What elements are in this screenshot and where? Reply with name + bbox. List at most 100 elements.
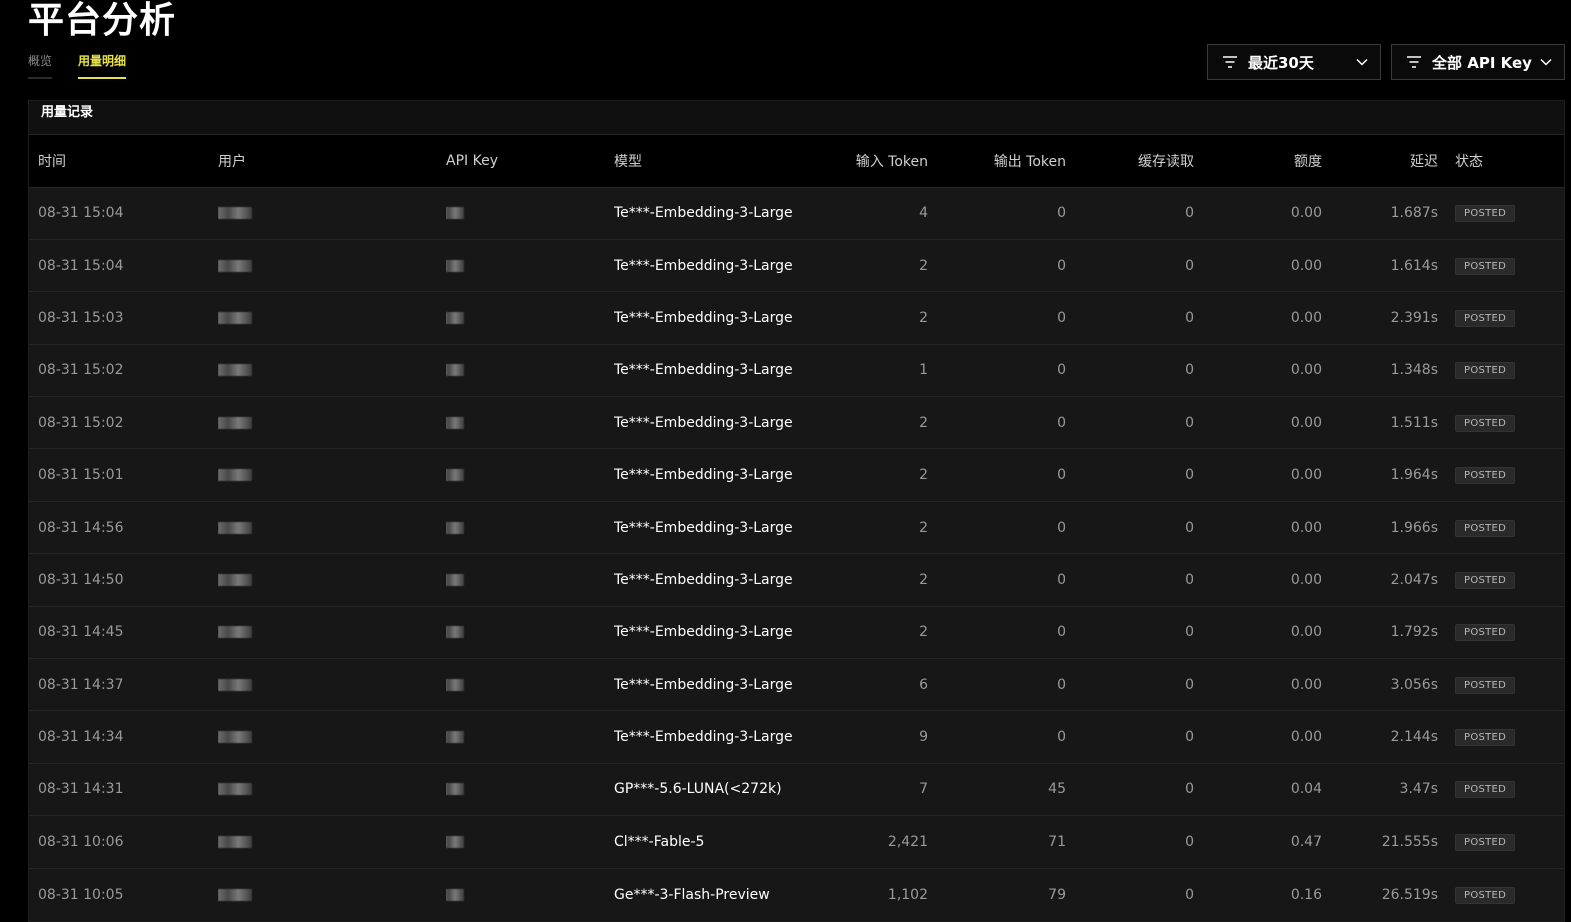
cell-input-token: 2 [919,467,928,484]
tab-bar: 概览 用量明细 [28,52,127,79]
cell-cache-read: 0 [1185,362,1194,379]
cell-quota: 0.00 [1290,257,1322,274]
cell-api-key [446,239,614,291]
table-row[interactable]: 08-31 10:06 Cl***-Fable-5 2,421 71 0 0.47 21.5… [29,815,1564,869]
cell-latency: 1.511s [1390,414,1438,431]
redacted-api-key [446,469,464,482]
cell-latency: 1.687s [1390,205,1438,222]
cell-user [218,659,446,711]
cell-time: 08-31 14:45 [38,624,124,641]
cell-user [218,554,446,606]
table-row[interactable]: 08-31 14:31 GP***-5.6-LUNA(<272k) 7 45 0 0.04… [29,763,1564,816]
cell-quota: 0.00 [1290,519,1322,536]
table-row[interactable]: 08-31 14:45 Te***-Embedding-3-Large 2 0 0 0.0… [29,606,1564,659]
redacted-api-key [446,259,464,272]
header-api-key[interactable]: API Key [446,135,614,187]
table-row[interactable]: 08-31 14:56 Te***-Embedding-3-Large 2 0 0 0.0… [29,501,1564,554]
cell-user [218,292,446,344]
cell-cache-read: 0 [1185,205,1194,222]
table-row[interactable]: 08-31 10:05 Ge***-3-Flash-Preview 1,102 79 0… [29,868,1564,921]
header-output-token[interactable]: 输出 Token [928,135,1066,187]
cell-latency: 1.348s [1390,362,1438,379]
cell-latency: 3.47s [1399,781,1438,798]
cell-time: 08-31 14:37 [38,676,124,693]
table-row[interactable]: 08-31 14:37 Te***-Embedding-3-Large 6 0 0 0.0… [29,658,1564,711]
cell-user [218,868,446,920]
redacted-user [218,311,252,324]
header-status[interactable]: 状态 [1438,135,1564,187]
header-time[interactable]: 时间 [29,135,218,187]
cell-status: POSTED [1438,868,1564,920]
header-quota[interactable]: 额度 [1194,135,1322,187]
cell-output-token: 0 [1057,519,1066,536]
cell-user [218,763,446,815]
cell-latency: 1.792s [1390,624,1438,641]
redacted-user [218,888,252,901]
cell-output-token: 0 [1057,467,1066,484]
cell-latency: 1.966s [1390,519,1438,536]
cell-api-key [446,659,614,711]
cell-time: 08-31 15:01 [38,467,124,484]
filter-icon [1407,56,1421,68]
cell-model: Cl***-Fable-5 [614,833,705,850]
redacted-user [218,783,252,796]
table-header-row: 时间 用户 API Key 模型 输入 Token 输出 Token 缓存读取 … [29,135,1564,187]
redacted-api-key [446,311,464,324]
filter-bar: 最近30天 全部 API Key [1207,44,1565,80]
cell-output-token: 71 [1048,833,1066,850]
redacted-api-key [446,888,464,901]
api-key-filter[interactable]: 全部 API Key [1391,44,1565,80]
header-cache-read[interactable]: 缓存读取 [1066,135,1194,187]
cell-time: 08-31 10:05 [38,886,124,903]
cell-model: Te***-Embedding-3-Large [614,257,793,274]
cell-time: 08-31 15:04 [38,257,124,274]
cell-status: POSTED [1438,554,1564,606]
tab-usage-details[interactable]: 用量明细 [78,52,127,79]
cell-status: POSTED [1438,816,1564,868]
table-row[interactable]: 08-31 15:04 Te***-Embedding-3-Large 2 0 0 0.0… [29,239,1564,292]
cell-time: 08-31 15:02 [38,414,124,431]
cell-status: POSTED [1438,606,1564,658]
cell-cache-read: 0 [1185,886,1194,903]
cell-time: 08-31 15:03 [38,309,124,326]
cell-latency: 1.614s [1390,257,1438,274]
table-row[interactable]: 08-31 15:02 Te***-Embedding-3-Large 2 0 0 0.0… [29,396,1564,449]
cell-api-key [446,292,614,344]
tab-overview[interactable]: 概览 [28,52,53,79]
table-row[interactable]: 08-31 14:34 Te***-Embedding-3-Large 9 0 0 0.0… [29,710,1564,764]
cell-user [218,187,446,239]
cell-status: POSTED [1438,501,1564,553]
cell-user [218,711,446,763]
redacted-api-key [446,573,464,586]
table-row[interactable]: 08-31 15:04 Te***-Embedding-3-Large 4 0 0 0.0… [29,187,1564,240]
cell-latency: 21.555s [1381,833,1438,850]
table-row[interactable]: 08-31 15:03 Te***-Embedding-3-Large 2 0 0 0.0… [29,291,1564,345]
cell-output-token: 0 [1057,571,1066,588]
cell-quota: 0.16 [1290,886,1322,903]
cell-quota: 0.00 [1290,467,1322,484]
header-user[interactable]: 用户 [218,135,446,187]
cell-user [218,344,446,396]
cell-status: POSTED [1438,292,1564,344]
redacted-api-key [446,731,464,744]
cell-model: Ge***-3-Flash-Preview [614,886,770,903]
table-row[interactable]: 08-31 15:02 Te***-Embedding-3-Large 1 0 0 0.0… [29,344,1564,397]
cell-output-token: 0 [1057,205,1066,222]
table-row[interactable]: 08-31 15:01 Te***-Embedding-3-Large 2 0 0 0.0… [29,448,1564,502]
table-row[interactable]: 08-31 14:50 Te***-Embedding-3-Large 2 0 0 0.0… [29,553,1564,607]
usage-records-panel: 用量记录 时间 用户 API Key 模型 输入 Token 输出 Token … [28,100,1565,922]
date-range-filter[interactable]: 最近30天 [1207,44,1381,80]
cell-user [218,501,446,553]
cell-cache-read: 0 [1185,519,1194,536]
cell-api-key [446,554,614,606]
api-key-filter-label: 全部 API Key [1432,53,1532,72]
cell-time: 08-31 14:31 [38,781,124,798]
page: 平台分析 概览 用量明细 最近30天 全部 API Key 用量记录 时间 用户… [0,0,1571,922]
header-input-token[interactable]: 输入 Token [814,135,928,187]
header-model[interactable]: 模型 [614,135,814,187]
date-range-label: 最近30天 [1248,53,1314,72]
redacted-api-key [446,416,464,429]
cell-cache-read: 0 [1185,309,1194,326]
header-latency[interactable]: 延迟 [1322,135,1438,187]
cell-input-token: 2 [919,519,928,536]
